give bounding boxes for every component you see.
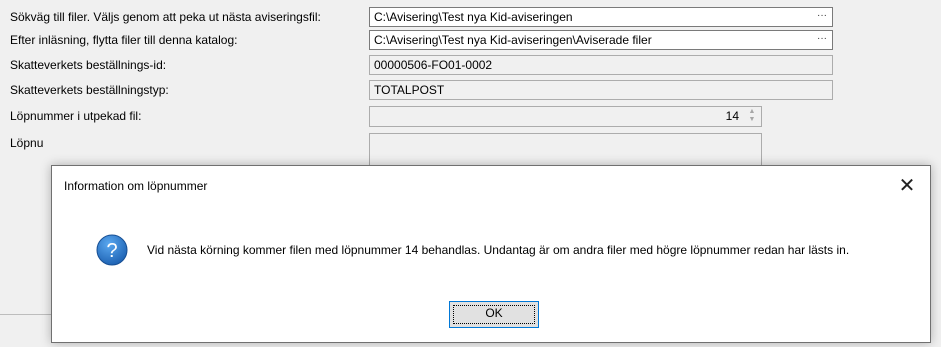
move-folder-browse-button[interactable]: ··· xyxy=(815,32,829,48)
info-dialog: Information om löpnummer ✕ ? Vid nästa k… xyxy=(51,165,931,343)
order-type-label: Skatteverkets beställningstyp: xyxy=(10,83,169,97)
path-label: Sökväg till filer. Väljs genom att peka … xyxy=(10,10,321,24)
svg-text:?: ? xyxy=(106,240,117,262)
order-type-value: TOTALPOST xyxy=(374,83,445,97)
question-icon: ? xyxy=(96,234,128,266)
order-type-field: TOTALPOST xyxy=(369,80,833,100)
ok-button[interactable]: OK xyxy=(449,301,539,328)
close-icon[interactable]: ✕ xyxy=(892,171,922,201)
order-id-field: 00000506-FO01-0002 xyxy=(369,55,833,75)
order-id-label: Skatteverkets beställnings-id: xyxy=(10,58,167,72)
move-folder-label: Efter inläsning, flytta filer till denna… xyxy=(10,33,238,47)
dialog-message: Vid nästa körning kommer filen med löpnu… xyxy=(147,243,850,257)
move-folder-value: C:\Avisering\Test nya Kid-aviseringen\Av… xyxy=(374,33,652,47)
path-browse-button[interactable]: ··· xyxy=(815,9,829,25)
spin-up-icon[interactable]: ▲ xyxy=(744,108,760,116)
sequence-number-spinner[interactable]: ▲ ▼ xyxy=(744,108,760,125)
dialog-title: Information om löpnummer xyxy=(64,179,208,193)
spin-down-icon[interactable]: ▼ xyxy=(744,116,760,124)
separator-line xyxy=(0,314,52,315)
next-sequence-label: Löpnu xyxy=(10,136,44,150)
sequence-number-field[interactable]: 14 ▲ ▼ xyxy=(369,106,762,127)
sequence-number-label: Löpnummer i utpekad fil: xyxy=(10,109,142,123)
sequence-number-value: 14 xyxy=(725,109,739,123)
focus-rectangle xyxy=(453,305,535,324)
next-sequence-field[interactable] xyxy=(369,133,762,166)
move-folder-field[interactable]: C:\Avisering\Test nya Kid-aviseringen\Av… xyxy=(369,30,833,50)
path-value: C:\Avisering\Test nya Kid-aviseringen xyxy=(374,10,573,24)
order-id-value: 00000506-FO01-0002 xyxy=(374,58,493,72)
path-field[interactable]: C:\Avisering\Test nya Kid-aviseringen ··… xyxy=(369,7,833,27)
